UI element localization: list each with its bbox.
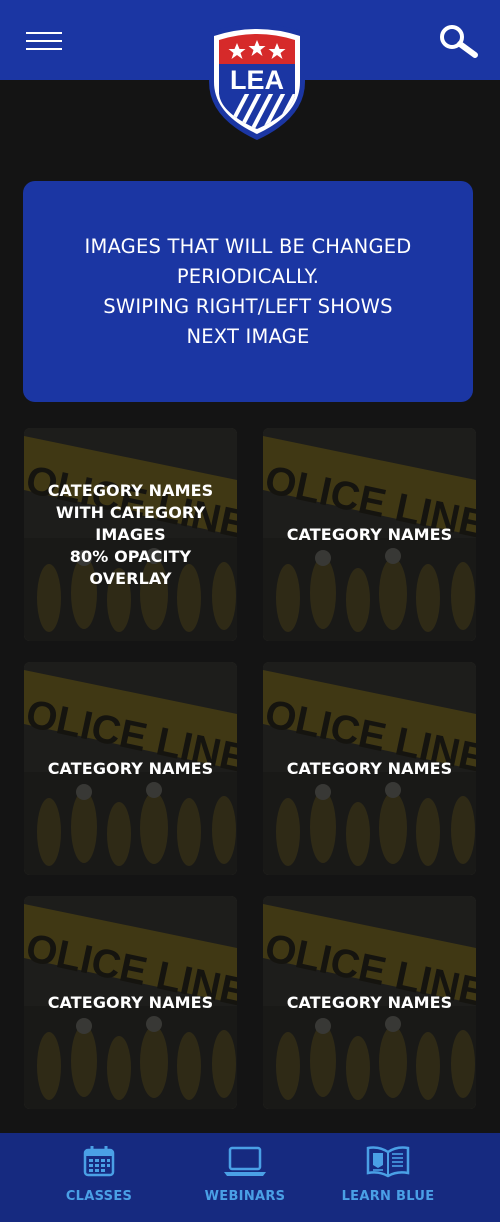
hero-text-line: PERIODICALLY.	[176, 264, 320, 288]
lea-logo[interactable]: LEA	[206, 22, 308, 142]
category-label: CATEGORY NAMES	[263, 428, 476, 641]
category-label-line: CATEGORY NAMES	[286, 992, 453, 1012]
category-label-line: CATEGORY NAMES	[286, 524, 453, 544]
category-label-line: CATEGORY NAMES	[47, 480, 214, 500]
nav-item-learn-blue[interactable]: LEARN BLUE	[318, 1133, 458, 1222]
category-tile[interactable]: OLICE LINE DO NOT CCATEGORY NAMESWITH CA…	[24, 428, 237, 641]
category-tile[interactable]: OLICE LINE DO NOT CCATEGORY NAMES	[24, 896, 237, 1109]
category-label-line: IMAGES	[95, 524, 166, 544]
nav-label-webinars: WEBINARS	[204, 1189, 286, 1204]
category-tile[interactable]: OLICE LINE DO NOT CCATEGORY NAMES	[24, 662, 237, 875]
category-label-line: 80% OPACITY	[69, 546, 192, 566]
hero-text-line: IMAGES THAT WILL BE CHANGED	[84, 234, 412, 258]
category-label-line: WITH CATEGORY	[55, 502, 206, 522]
category-tile[interactable]: OLICE LINE DO NOT CCATEGORY NAMES	[263, 896, 476, 1109]
open-book-icon	[366, 1146, 410, 1178]
nav-label-classes: CLASSES	[65, 1189, 133, 1204]
category-label: CATEGORY NAMES	[263, 896, 476, 1109]
category-tile[interactable]: OLICE LINE DO NOT CCATEGORY NAMES	[263, 662, 476, 875]
category-label: CATEGORY NAMES	[24, 896, 237, 1109]
category-label: CATEGORY NAMES WITH CATEGORY IMAGES 80% OPA…	[24, 428, 237, 641]
calendar-icon	[83, 1146, 115, 1177]
category-label: CATEGORY NAMES	[24, 662, 237, 875]
nav-item-webinars[interactable]: WEBINARS	[175, 1133, 315, 1222]
category-label-line: OVERLAY	[89, 568, 172, 588]
hero-text-line: SWIPING RIGHT/LEFT SHOWS	[103, 294, 393, 318]
laptop-icon	[224, 1146, 266, 1176]
search-icon[interactable]	[436, 22, 480, 62]
hero-text-line: NEXT IMAGE	[186, 324, 310, 348]
category-label: CATEGORY NAMES	[263, 662, 476, 875]
bottom-navigation: CLASSES WEBINARS LEARN BLUE	[0, 1133, 500, 1222]
nav-label-learn-blue: LEARN BLUE	[341, 1189, 435, 1204]
hamburger-menu-icon[interactable]	[26, 32, 62, 50]
category-tile[interactable]: OLICE LINE DO NOT CCATEGORY NAMES	[263, 428, 476, 641]
nav-item-classes[interactable]: CLASSES	[29, 1133, 169, 1222]
logo-text: LEA	[230, 65, 284, 95]
category-label-line: CATEGORY NAMES	[47, 758, 214, 778]
category-label-line: CATEGORY NAMES	[47, 992, 214, 1012]
category-label-line: CATEGORY NAMES	[286, 758, 453, 778]
hero-carousel[interactable]: IMAGES THAT WILL BE CHANGED PERIODICALLY…	[23, 181, 473, 402]
